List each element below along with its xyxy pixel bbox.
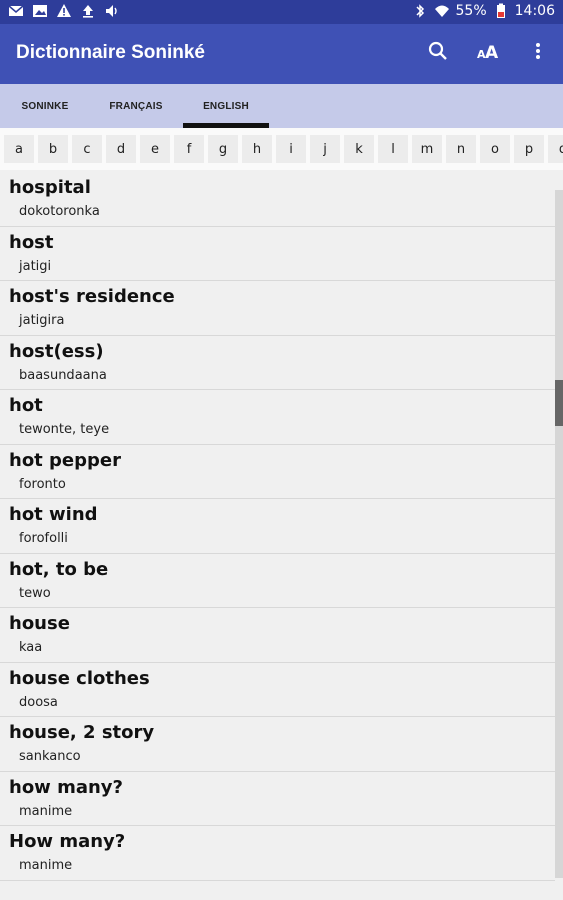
alphabet-bar: abcdefghijklmnopq [0, 128, 563, 170]
alphabet-letter-b[interactable]: b [38, 135, 68, 163]
alphabet-letter-a[interactable]: a [4, 135, 34, 163]
alphabet-letter-q[interactable]: q [548, 135, 563, 163]
entry-word: house [9, 613, 70, 634]
list-item[interactable]: How many? manime [0, 826, 555, 881]
alphabet-letter-i[interactable]: i [276, 135, 306, 163]
tab-soninke[interactable]: SONINKE [0, 84, 90, 128]
entry-translation: jatigira [19, 313, 65, 328]
entry-word: hot, to be [9, 558, 109, 580]
list-item[interactable]: hot pepper foronto [0, 445, 555, 499]
entry-list: hospital dokotoronka host jatigi host's resi… [0, 172, 555, 900]
entry-translation: jatigi [19, 258, 52, 274]
alphabet-letter-j[interactable]: j [310, 135, 340, 163]
list-item[interactable]: how many? manime [0, 772, 555, 826]
tab-english[interactable]: ENGLISH [183, 84, 269, 128]
list-item[interactable]: hot, to be tewo [0, 554, 555, 608]
svg-text:A: A [485, 43, 499, 62]
more-vert-icon [535, 41, 541, 65]
battery-icon [493, 3, 509, 19]
entry-translation: kaa [19, 640, 43, 655]
alphabet-letter-n[interactable]: n [446, 135, 476, 163]
overflow-menu-button[interactable] [525, 40, 551, 66]
alphabet-letter-l[interactable]: l [378, 135, 408, 163]
search-icon [427, 40, 449, 66]
text-size-icon: AA [476, 40, 500, 66]
volume-icon [104, 3, 120, 19]
entry-translation: foronto [19, 476, 66, 492]
entry-translation: sankanco [19, 749, 81, 764]
alphabet-letter-c[interactable]: c [72, 135, 102, 163]
list-item[interactable]: house kaa [0, 608, 555, 663]
clock: 14:06 [514, 3, 555, 19]
search-button[interactable] [425, 40, 451, 66]
list-item[interactable]: host's residence jatigira [0, 281, 555, 336]
status-bar: 55% 14:06 [0, 0, 563, 24]
app-title: Dictionnaire Soninké [16, 42, 205, 63]
battery-percent: 55% [455, 3, 487, 19]
alphabet-letter-g[interactable]: g [208, 135, 238, 163]
entry-translation: tewonte, teye [19, 422, 110, 437]
wifi-icon [434, 3, 450, 19]
entry-word: house clothes [9, 667, 150, 689]
alphabet-letter-h[interactable]: h [242, 135, 272, 163]
list-item[interactable]: host(ess) baasundaana [0, 336, 555, 390]
alphabet-letter-m[interactable]: m [412, 135, 442, 163]
list-item[interactable]: hot tewonte, teye [0, 390, 555, 445]
tab-francais[interactable]: FRANÇAIS [90, 84, 182, 128]
list-item[interactable]: hot wind forofolli [0, 499, 555, 554]
alphabet-letter-p[interactable]: p [514, 135, 544, 163]
entry-word: host [9, 231, 54, 253]
entry-translation: baasundaana [19, 367, 107, 383]
entry-word: hot [9, 395, 43, 416]
email-icon [8, 3, 24, 19]
entry-word: house, 2 story [9, 722, 155, 743]
alphabet-letter-e[interactable]: e [140, 135, 170, 163]
entry-word: hospital [9, 177, 91, 198]
entry-translation: manime [19, 803, 73, 819]
list-item[interactable]: host jatigi [0, 227, 555, 281]
list-item[interactable]: house, 2 story sankanco [0, 717, 555, 772]
entry-word: hot pepper [9, 449, 121, 471]
entry-word: host(ess) [9, 340, 104, 362]
list-item[interactable]: house clothes doosa [0, 663, 555, 717]
app-bar: Dictionnaire Soninké AA [0, 24, 563, 84]
entry-translation: doosa [19, 694, 58, 710]
scrollbar-thumb[interactable] [555, 380, 563, 426]
alphabet-letter-d[interactable]: d [106, 135, 136, 163]
image-icon [32, 3, 48, 19]
entry-word: host's residence [9, 286, 175, 307]
language-tabs: SONINKE FRANÇAIS ENGLISH [0, 84, 563, 128]
alphabet-letter-f[interactable]: f [174, 135, 204, 163]
list-item[interactable]: hospital dokotoronka [0, 172, 555, 227]
entry-translation: tewo [19, 585, 51, 601]
entry-word: how many? [9, 776, 123, 798]
upload-icon [80, 3, 96, 19]
entry-translation: manime [19, 858, 73, 873]
entry-word: hot wind [9, 504, 98, 525]
text-size-button[interactable]: AA [475, 40, 501, 66]
entry-translation: dokotoronka [19, 204, 100, 219]
entry-word: How many? [9, 831, 126, 852]
entry-translation: forofolli [19, 531, 68, 546]
alphabet-letter-o[interactable]: o [480, 135, 510, 163]
warning-icon [56, 3, 72, 19]
alphabet-letter-k[interactable]: k [344, 135, 374, 163]
bluetooth-icon [412, 3, 428, 19]
scrollbar-track[interactable] [555, 190, 563, 878]
